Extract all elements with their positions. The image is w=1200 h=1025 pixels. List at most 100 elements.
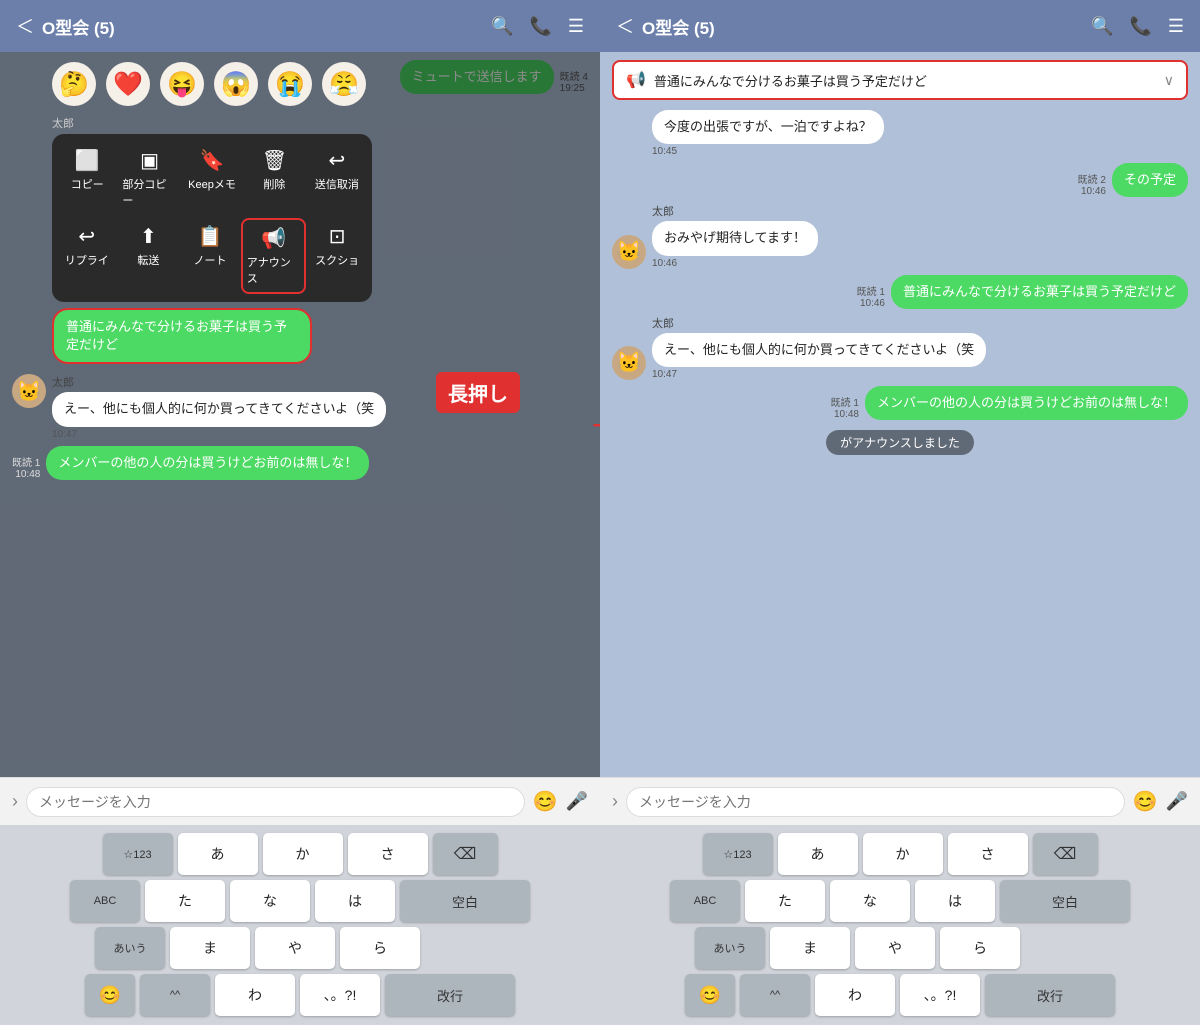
right-key-na[interactable]: な [830,880,910,922]
right-key-aiueo[interactable]: あいう [695,927,765,969]
reply-bubble: メンバーの他の人の分は買うけどお前のは無しな！ [46,446,369,480]
announce-notification: がアナウンスしました [826,430,974,455]
left-key-space[interactable]: 空白 [400,880,530,922]
right-key-a[interactable]: あ [778,833,858,875]
right-key-123[interactable]: ☆123 [703,833,773,875]
left-key-ra[interactable]: ら [340,927,420,969]
left-key-abc[interactable]: ABC [70,880,140,922]
left-key-123[interactable]: ☆123 [103,833,173,875]
taro-bubble: えー、他にも個人的に何か買ってきてくださいよ（笑 [52,392,386,426]
msg-content-futsu: 普通にみんなで分けるお菓子は買う予定だけど 既読 1 10:46 [857,275,1188,309]
right-phone-icon[interactable]: 📞 [1129,16,1151,37]
announcement-speaker-icon: 📢 [626,70,646,90]
left-kbd-row4: 😊 ^^ わ 、。?! 改行 [4,974,596,1016]
menu-announce[interactable]: 📢 アナウンス [241,218,307,294]
right-key-wa[interactable]: わ [815,974,895,1016]
left-key-punct[interactable]: 、。?! [300,974,380,1016]
left-key-wa[interactable]: わ [215,974,295,1016]
left-key-caret[interactable]: ^^ [140,974,210,1016]
sticker-2[interactable]: ❤️ [106,62,150,106]
left-key-na[interactable]: な [230,880,310,922]
announcement-banner[interactable]: 📢 普通にみんなで分けるお菓子は買う予定だけど ∨ [612,60,1188,100]
right-key-punct[interactable]: 、。?! [900,974,980,1016]
left-key-empty [425,927,505,969]
context-menu: ⬜ コピー ▣ 部分コピー 🔖 Keepメモ 🗑 削除 [52,134,372,302]
right-key-emoji[interactable]: 😊 [685,974,735,1016]
left-key-ma[interactable]: ま [170,927,250,969]
left-key-ya[interactable]: や [255,927,335,969]
left-key-emoji[interactable]: 😊 [85,974,135,1016]
right-expand-icon[interactable]: › [612,791,618,812]
menu-partial-copy[interactable]: ▣ 部分コピー [118,142,180,214]
menu-copy[interactable]: ⬜ コピー [56,142,118,214]
right-kbd-row3: あいう ま や ら [604,927,1196,969]
right-message-input[interactable] [626,787,1125,817]
left-key-ha[interactable]: は [315,880,395,922]
taro-name: 太郎 [52,374,386,390]
left-key-aiueo[interactable]: あいう [95,927,165,969]
sticker-1[interactable]: 🤔 [52,62,96,106]
menu-keep[interactable]: 🔖 Keepメモ [181,142,243,214]
right-key-backspace[interactable]: ⌫ [1033,833,1098,875]
right-emoji-icon[interactable]: 😊 [1133,789,1158,814]
left-menu-icon[interactable]: ☰ [568,16,584,37]
msg-content-trip: 今度の出張ですが、一泊ですよね？ 10:45 [652,110,884,157]
bubble-sonoyotei: その予定 [1112,163,1188,197]
right-key-abc[interactable]: ABC [670,880,740,922]
menu-note[interactable]: 📋 ノート [179,218,241,294]
meta-e: 10:47 [652,369,986,380]
left-chat-title: O型会 (5) [42,14,491,39]
menu-reply[interactable]: ↩ リプライ [56,218,118,294]
sticker-3[interactable]: 😝 [160,62,204,106]
left-search-icon[interactable]: 🔍 [491,16,513,37]
right-key-empty [1025,927,1105,969]
right-kbd-row2: ABC た な は 空白 [604,880,1196,922]
menu-forward[interactable]: ⬆ 転送 [118,218,180,294]
left-expand-icon[interactable]: › [12,791,18,812]
note-icon: 📋 [198,224,223,249]
menu-screenshot-label: スクショ [315,252,359,268]
left-emoji-icon[interactable]: 😊 [533,789,558,814]
left-mic-icon[interactable]: 🎤 [566,791,588,812]
sticker-4[interactable]: 😱 [214,62,258,106]
left-key-backspace[interactable]: ⌫ [433,833,498,875]
left-keyboard: ☆123 あ か さ ⌫ ABC た な は 空白 あいう ま や ら 😊 ^^… [0,825,600,1025]
left-phone-icon[interactable]: 📞 [529,16,551,37]
right-key-ha[interactable]: は [915,880,995,922]
menu-delete[interactable]: 🗑 削除 [243,142,305,214]
meta-member: 既読 1 10:48 [831,394,859,420]
sticker-6[interactable]: 😤 [322,62,366,106]
left-key-ta[interactable]: た [145,880,225,922]
right-key-ya[interactable]: や [855,927,935,969]
right-key-caret[interactable]: ^^ [740,974,810,1016]
left-message-input[interactable] [26,787,525,817]
right-key-ta[interactable]: た [745,880,825,922]
menu-screenshot[interactable]: ⊡ スクショ [306,218,368,294]
right-mic-icon[interactable]: 🎤 [1166,791,1188,812]
msg-row-sonoyotei: その予定 既読 2 10:46 [612,163,1188,197]
meta-sonoyotei: 既読 2 10:46 [1078,171,1106,197]
left-header-icons: 🔍 📞 ☰ [491,16,584,37]
bubble-futsu: 普通にみんなで分けるお菓子は買う予定だけど [891,275,1188,309]
left-key-sa[interactable]: さ [348,833,428,875]
right-key-ka[interactable]: か [863,833,943,875]
left-key-enter[interactable]: 改行 [385,974,515,1016]
left-key-ka[interactable]: か [263,833,343,875]
right-key-enter[interactable]: 改行 [985,974,1115,1016]
delete-icon: 🗑 [262,148,287,173]
context-menu-row1: ⬜ コピー ▣ 部分コピー 🔖 Keepメモ 🗑 削除 [56,142,368,214]
right-key-space[interactable]: 空白 [1000,880,1130,922]
right-search-icon[interactable]: 🔍 [1091,16,1113,37]
bubble-omiyage: おみやげ期待してます！ [652,221,818,255]
taro-avatar-e: 🐱 [612,346,646,380]
right-key-ra[interactable]: ら [940,927,1020,969]
menu-reply-label: リプライ [65,252,109,268]
sticker-5[interactable]: 😭 [268,62,312,106]
left-back-button[interactable]: ＜ [16,13,34,39]
right-menu-icon[interactable]: ☰ [1168,16,1184,37]
menu-unsend[interactable]: ↩ 送信取消 [306,142,368,214]
right-key-sa[interactable]: さ [948,833,1028,875]
right-key-ma[interactable]: ま [770,927,850,969]
right-back-button[interactable]: ＜ [616,13,634,39]
left-key-a[interactable]: あ [178,833,258,875]
